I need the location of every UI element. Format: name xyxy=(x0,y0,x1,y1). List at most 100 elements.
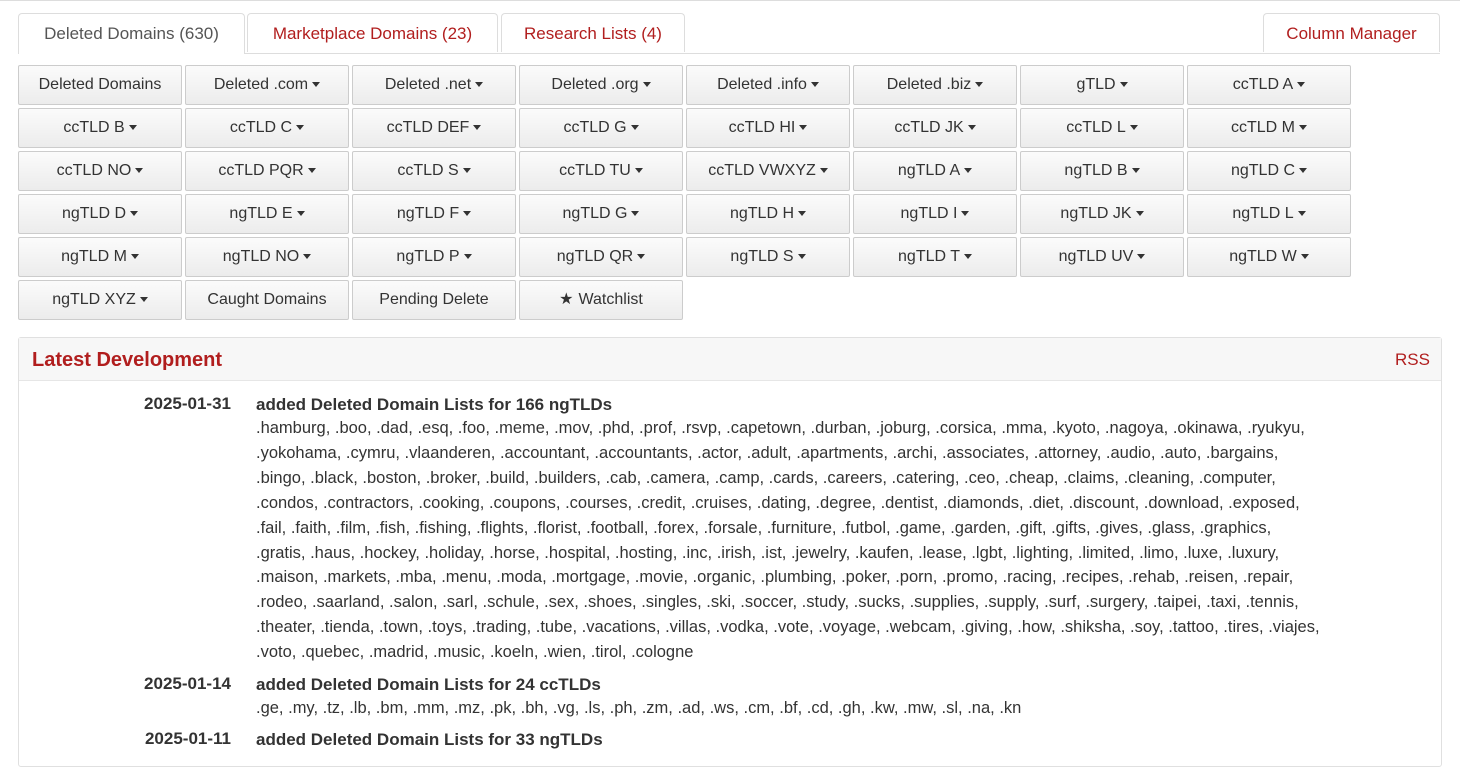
entry-tld-line: .hamburg, .boo, .dad, .esq, .foo, .meme,… xyxy=(256,419,1305,437)
top-border xyxy=(0,0,1460,1)
btn-watchlist[interactable]: ★ Watchlist xyxy=(519,280,683,320)
button-label: ccTLD PQR xyxy=(218,162,304,179)
entry-tld-line: .rodeo, .saarland, .salon, .sarl, .schul… xyxy=(256,593,1299,612)
btn-ngtld-i[interactable]: ngTLD I xyxy=(853,194,1017,234)
button-label: Pending Delete xyxy=(379,291,489,308)
column-manager-button[interactable]: Column Manager xyxy=(1263,13,1440,52)
button-label: ngTLD D xyxy=(61,205,127,222)
btn-ngtld-qr[interactable]: ngTLD QR xyxy=(519,237,683,277)
entry-title: added Deleted Domain Lists for 24 ccTLDs xyxy=(256,675,601,694)
btn-cctld-c[interactable]: ccTLD C xyxy=(185,108,349,148)
btn-ngtld-b[interactable]: ngTLD B xyxy=(1020,151,1184,191)
tab-bar: Deleted Domains (630) Marketplace Domain… xyxy=(18,13,1440,54)
button-label: ccTLD DEF xyxy=(386,119,470,136)
btn-ngtld-f[interactable]: ngTLD F xyxy=(352,194,516,234)
button-label: ccTLD TU xyxy=(559,162,631,179)
caret-down-icon xyxy=(810,82,819,87)
caret-down-icon xyxy=(963,254,972,259)
caret-down-icon xyxy=(135,168,144,173)
caret-down-icon xyxy=(1297,82,1306,87)
panel-title: Latest Development xyxy=(32,349,223,371)
btn-gtld[interactable]: gTLD xyxy=(1020,65,1184,105)
caret-down-icon xyxy=(967,125,976,130)
caret-down-icon xyxy=(1131,168,1140,173)
btn-ngtld-t[interactable]: ngTLD T xyxy=(853,237,1017,277)
caret-down-icon xyxy=(964,168,973,173)
btn-ngtld-d[interactable]: ngTLD D xyxy=(18,194,182,234)
button-label: ccTLD G xyxy=(563,119,627,136)
button-label: Deleted .net xyxy=(384,76,472,93)
btn-cctld-hi[interactable]: ccTLD HI xyxy=(686,108,850,148)
tab-marketplace-domains[interactable]: Marketplace Domains (23) xyxy=(247,13,498,52)
button-label: ccTLD HI xyxy=(728,119,796,136)
btn-cctld-pqr[interactable]: ccTLD PQR xyxy=(185,151,349,191)
btn-deleted-domains[interactable]: Deleted Domains xyxy=(18,65,182,105)
btn-cctld-s[interactable]: ccTLD S xyxy=(352,151,516,191)
btn-cctld-vwxyz[interactable]: ccTLD VWXYZ xyxy=(686,151,850,191)
btn-ngtld-jk[interactable]: ngTLD JK xyxy=(1020,194,1184,234)
caret-down-icon xyxy=(473,125,482,130)
caret-down-icon xyxy=(463,254,472,259)
btn-cctld-no[interactable]: ccTLD NO xyxy=(18,151,182,191)
caret-down-icon xyxy=(799,125,808,130)
button-label: ngTLD NO xyxy=(222,248,300,265)
entry-tld-line: .yokohama, .cymru, .vlaanderen, .account… xyxy=(256,443,1279,462)
caret-down-icon xyxy=(798,211,807,216)
caret-down-icon xyxy=(642,82,651,87)
btn-ngtld-xyz[interactable]: ngTLD XYZ xyxy=(18,280,182,320)
btn-cctld-a[interactable]: ccTLD A xyxy=(1187,65,1351,105)
caret-down-icon xyxy=(1137,254,1146,259)
btn-ngtld-s[interactable]: ngTLD S xyxy=(686,237,850,277)
button-label: ccTLD M xyxy=(1231,119,1295,136)
entry-title: added Deleted Domain Lists for 33 ngTLDs xyxy=(256,730,603,749)
btn-deleted-com[interactable]: Deleted .com xyxy=(185,65,349,105)
entry-date: 2025-01-31 xyxy=(144,394,231,413)
star-icon: ★ xyxy=(559,291,574,308)
button-label: ccTLD VWXYZ xyxy=(708,162,816,179)
btn-deleted-info[interactable]: Deleted .info xyxy=(686,65,850,105)
panel-header: Latest Development RSS xyxy=(19,338,1441,381)
caret-down-icon xyxy=(819,168,828,173)
button-label: ccTLD JK xyxy=(894,119,964,136)
btn-ngtld-h[interactable]: ngTLD H xyxy=(686,194,850,234)
btn-ngtld-w[interactable]: ngTLD W xyxy=(1187,237,1351,277)
btn-ngtld-uv[interactable]: ngTLD UV xyxy=(1020,237,1184,277)
button-label: Caught Domains xyxy=(207,291,327,308)
btn-caught-domains[interactable]: Caught Domains xyxy=(185,280,349,320)
btn-ngtld-g[interactable]: ngTLD G xyxy=(519,194,683,234)
btn-deleted-net[interactable]: Deleted .net xyxy=(352,65,516,105)
btn-ngtld-a[interactable]: ngTLD A xyxy=(853,151,1017,191)
tab-research-lists[interactable]: Research Lists (4) xyxy=(501,13,685,52)
caret-down-icon xyxy=(463,211,472,216)
caret-down-icon xyxy=(637,254,646,259)
latest-development-panel: Latest Development RSS 2025-01-31 added D… xyxy=(18,337,1442,767)
btn-cctld-jk[interactable]: ccTLD JK xyxy=(853,108,1017,148)
rss-link[interactable]: RSS xyxy=(1395,350,1430,370)
entry-body: added Deleted Domain Lists for 33 ngTLDs xyxy=(256,729,1416,751)
btn-cctld-m[interactable]: ccTLD M xyxy=(1187,108,1351,148)
entry-title: added Deleted Domain Lists for 166 ngTLD… xyxy=(256,395,613,414)
btn-pending-delete[interactable]: Pending Delete xyxy=(352,280,516,320)
btn-deleted-org[interactable]: Deleted .org xyxy=(519,65,683,105)
btn-cctld-def[interactable]: ccTLD DEF xyxy=(352,108,516,148)
btn-ngtld-no[interactable]: ngTLD NO xyxy=(185,237,349,277)
button-label: ccTLD B xyxy=(63,119,125,136)
btn-cctld-l[interactable]: ccTLD L xyxy=(1020,108,1184,148)
button-label: Deleted Domains xyxy=(38,76,162,93)
btn-cctld-g[interactable]: ccTLD G xyxy=(519,108,683,148)
entry-date: 2025-01-11 xyxy=(144,729,231,748)
btn-ngtld-p[interactable]: ngTLD P xyxy=(352,237,516,277)
btn-ngtld-l[interactable]: ngTLD L xyxy=(1187,194,1351,234)
btn-ngtld-m[interactable]: ngTLD M xyxy=(18,237,182,277)
entry-tld-line: .ge, .my, .tz, .lb, .bm, .mm, .mz, .pk, … xyxy=(256,699,1022,717)
btn-deleted-biz[interactable]: Deleted .biz xyxy=(853,65,1017,105)
caret-down-icon xyxy=(1135,211,1144,216)
btn-ngtld-c[interactable]: ngTLD C xyxy=(1187,151,1351,191)
btn-cctld-b[interactable]: ccTLD B xyxy=(18,108,182,148)
tab-deleted-domains[interactable]: Deleted Domains (630) xyxy=(18,13,245,54)
caret-down-icon xyxy=(462,168,471,173)
btn-ngtld-e[interactable]: ngTLD E xyxy=(185,194,349,234)
entry-tld-line: .voto, .quebec, .madrid, .music, .koeln,… xyxy=(256,643,694,662)
caret-down-icon xyxy=(1129,125,1138,130)
btn-cctld-tu[interactable]: ccTLD TU xyxy=(519,151,683,191)
